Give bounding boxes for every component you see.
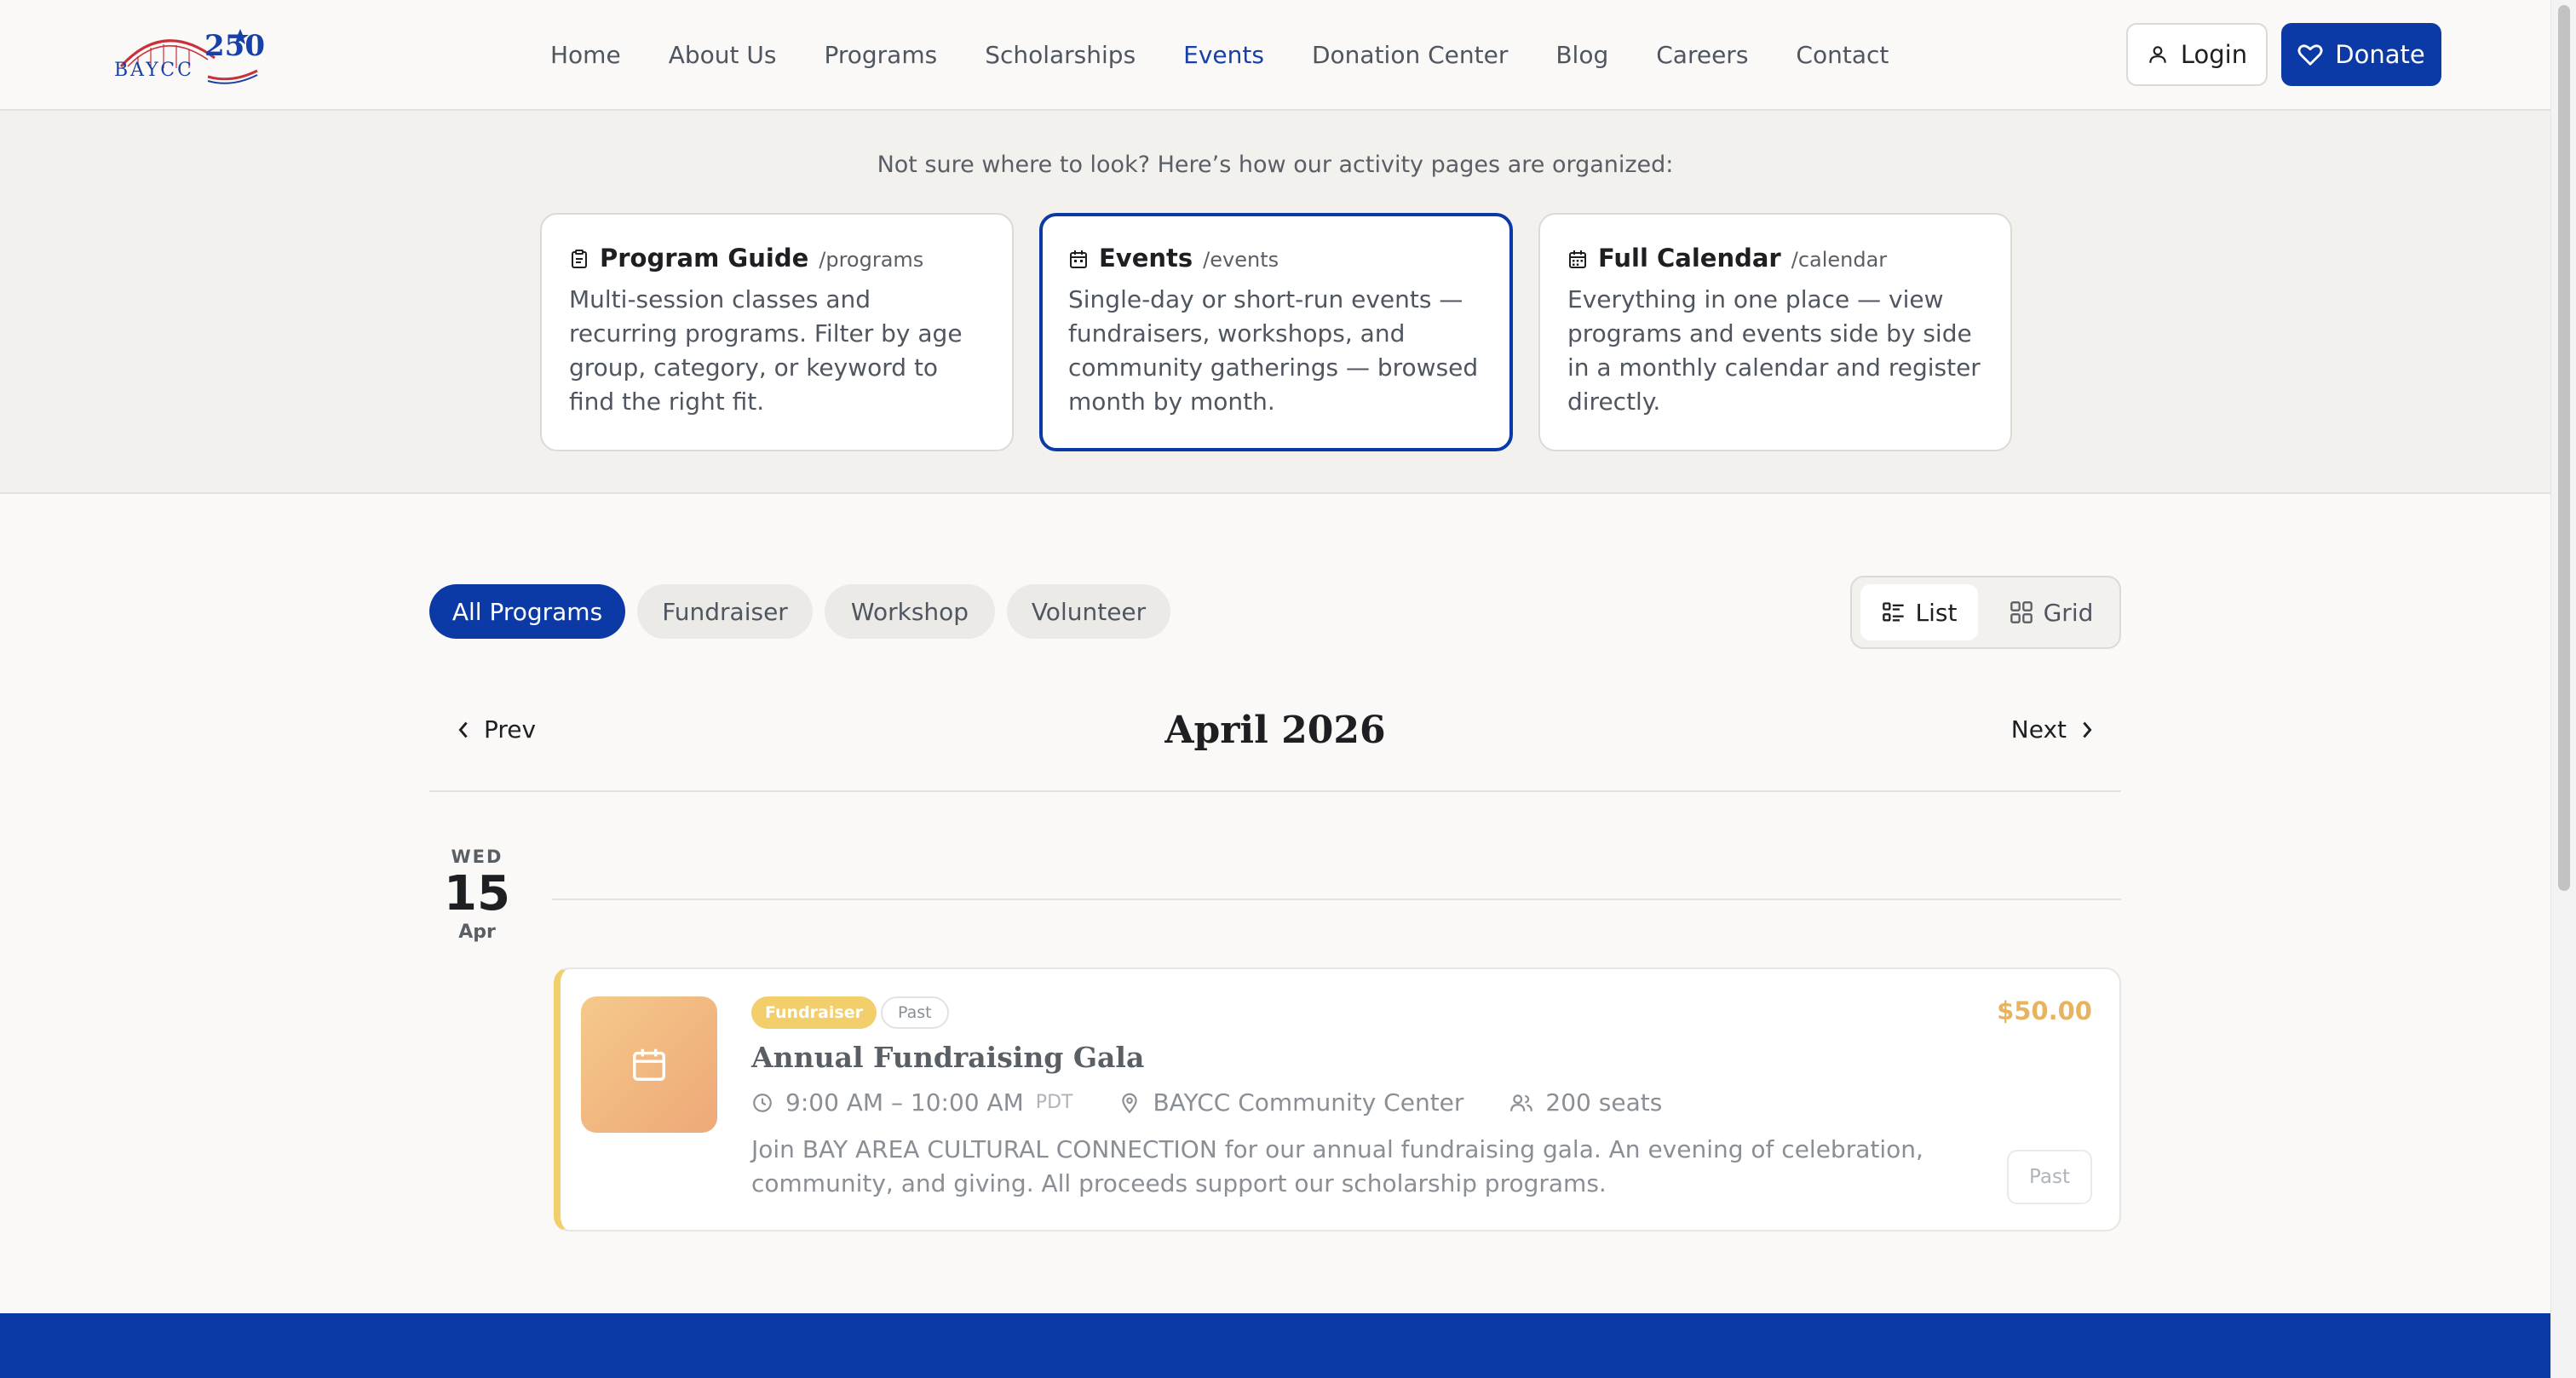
- chevron-right-icon: [2083, 721, 2092, 738]
- grid-icon: [2010, 601, 2033, 623]
- calendar-icon: [633, 1048, 665, 1081]
- filter-fundraiser[interactable]: Fundraiser: [637, 584, 813, 639]
- list-label: List: [1915, 598, 1958, 627]
- baycc-logo[interactable]: BAYCC 250: [112, 24, 266, 89]
- card-desc: Single-day or short-run events — fundrai…: [1068, 285, 1479, 416]
- calendar-grid-icon: [1569, 250, 1586, 268]
- donate-button[interactable]: Donate: [2281, 23, 2441, 86]
- map-pin-icon: [1122, 1093, 1138, 1113]
- event-card[interactable]: Fundraiser Past Annual Fundraising Gala …: [554, 967, 2121, 1232]
- event-meta: 9:00 AM – 10:00 AM PDT BAYCC Community C…: [751, 1088, 1662, 1117]
- next-month-button[interactable]: Next: [2011, 715, 2096, 744]
- guide-card-calendar[interactable]: Full Calendar /calendar Everything in on…: [1538, 213, 2012, 451]
- card-desc: Multi-session classes and recurring prog…: [569, 285, 963, 416]
- grid-view-button[interactable]: Grid: [1988, 584, 2114, 640]
- page-scrollbar[interactable]: [2550, 0, 2576, 1378]
- guide-card-events[interactable]: Events /events Single-day or short-run e…: [1039, 213, 1513, 451]
- card-title: Events: [1099, 244, 1193, 273]
- guide-intro: Not sure where to look? Here’s how our a…: [877, 152, 1674, 178]
- event-location: BAYCC Community Center: [1153, 1088, 1464, 1117]
- card-path: /calendar: [1791, 248, 1888, 272]
- event-seats: 200 seats: [1545, 1088, 1663, 1117]
- nav-home[interactable]: Home: [550, 41, 621, 69]
- filter-volunteer[interactable]: Volunteer: [1007, 584, 1170, 639]
- list-icon: [1882, 602, 1904, 622]
- card-desc: Everything in one place — view programs …: [1567, 285, 1981, 416]
- logo-number: 250: [204, 29, 265, 63]
- day-divider: [552, 899, 2121, 900]
- filter-workshop[interactable]: Workshop: [825, 584, 995, 639]
- date-weekday: WED: [451, 847, 503, 867]
- login-label: Login: [2180, 40, 2248, 69]
- users-icon: [1510, 1094, 1533, 1111]
- view-toggle: List Grid: [1850, 576, 2121, 649]
- footer: [0, 1313, 2550, 1378]
- guide-card-programs[interactable]: Program Guide /programs Multi-session cl…: [540, 213, 1014, 451]
- heart-icon: [2297, 44, 2323, 66]
- date-month: Apr: [458, 922, 496, 943]
- site-header: BAYCC 250 Home About Us Programs Scholar…: [0, 0, 2550, 111]
- login-button[interactable]: Login: [2126, 23, 2268, 86]
- user-icon: [2149, 46, 2166, 63]
- main-nav: Home About Us Programs Scholarships Even…: [550, 0, 1889, 109]
- logo-text: BAYCC: [114, 60, 194, 81]
- list-view-button[interactable]: List: [1860, 584, 1978, 640]
- donate-label: Donate: [2335, 40, 2425, 69]
- event-thumbnail: [581, 996, 717, 1133]
- nav-events[interactable]: Events: [1183, 41, 1264, 69]
- nav-blog[interactable]: Blog: [1555, 41, 1608, 69]
- clock-icon: [753, 1093, 772, 1112]
- next-label: Next: [2010, 715, 2067, 744]
- card-title: Full Calendar: [1598, 244, 1781, 273]
- event-status-badge: Past: [881, 996, 949, 1029]
- event-timezone: PDT: [1035, 1092, 1073, 1113]
- calendar-icon: [1070, 250, 1087, 268]
- month-navigation: Prev April 2026 Next: [429, 698, 2121, 792]
- card-path: /programs: [819, 248, 924, 272]
- event-date: WED 15 Apr: [434, 847, 520, 943]
- event-description: Join BAY AREA CULTURAL CONNECTION for ou…: [751, 1135, 1923, 1197]
- nav-about-us[interactable]: About Us: [669, 41, 777, 69]
- event-time: 9:00 AM – 10:00 AM: [785, 1088, 1024, 1117]
- nav-careers[interactable]: Careers: [1656, 41, 1748, 69]
- nav-donation-center[interactable]: Donation Center: [1312, 41, 1508, 69]
- nav-programs[interactable]: Programs: [824, 41, 937, 69]
- grid-label: Grid: [2043, 598, 2094, 627]
- month-title: April 2026: [1164, 709, 1386, 752]
- nav-scholarships[interactable]: Scholarships: [985, 41, 1136, 69]
- event-price: $50.00: [1997, 996, 2092, 1025]
- event-type-badge: Fundraiser: [751, 996, 877, 1029]
- scrollbar-thumb[interactable]: [2558, 5, 2570, 891]
- clipboard-icon: [572, 250, 587, 268]
- nav-contact[interactable]: Contact: [1796, 41, 1889, 69]
- event-title[interactable]: Annual Fundraising Gala: [751, 1041, 1144, 1074]
- event-past-button[interactable]: Past: [2007, 1150, 2092, 1204]
- date-day: 15: [444, 866, 510, 922]
- filter-all-programs[interactable]: All Programs: [429, 584, 625, 639]
- card-title: Program Guide: [600, 244, 809, 273]
- card-path: /events: [1203, 248, 1279, 272]
- activity-guide: Not sure where to look? Here’s how our a…: [0, 111, 2550, 494]
